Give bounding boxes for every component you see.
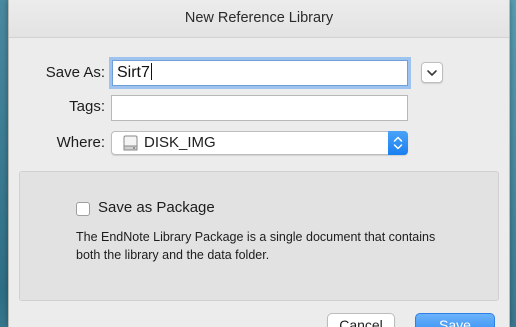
save-as-label: Save As: [45,64,105,81]
save-as-package-checkbox[interactable] [76,202,90,216]
new-library-dialog: New Reference Library Save As: Sirt7 Tag… [8,0,510,327]
cancel-button[interactable]: Cancel [327,313,395,327]
dialog-title: New Reference Library [184,10,334,26]
chevron-down-icon [427,70,437,76]
tags-label: Tags: [69,98,105,115]
package-description: The EndNote Library Package is a single … [76,230,436,262]
tags-field[interactable] [111,95,408,121]
save-button[interactable]: Save [415,313,495,327]
save-as-field[interactable]: Sirt7 [112,60,408,86]
save-as-package-label[interactable]: Save as Package [98,199,215,216]
popup-stepper [388,131,408,155]
up-down-arrows-icon [393,136,403,150]
where-value: DISK_IMG [144,134,216,151]
where-popup[interactable]: DISK_IMG [111,131,408,155]
text-cursor [150,63,152,80]
expand-dialog-button[interactable] [421,62,443,83]
options-panel: Save as Package The EndNote Library Pack… [19,171,499,301]
dialog-titlebar: New Reference Library [9,0,509,38]
save-as-value: Sirt7 [117,64,150,81]
where-label: Where: [56,134,105,151]
disk-icon [123,135,138,151]
